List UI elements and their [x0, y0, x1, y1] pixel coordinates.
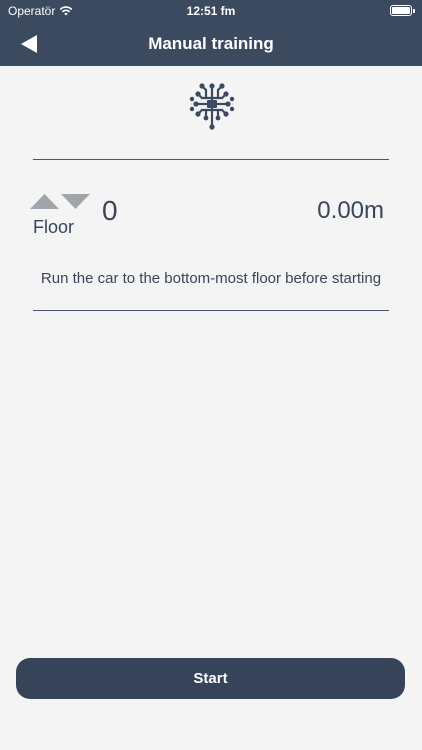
floor-arrows — [30, 193, 90, 211]
navigation-bar: Manual training — [0, 22, 422, 66]
clock: 12:51 fm — [186, 4, 236, 18]
start-button-label: Start — [193, 670, 228, 687]
top-divider — [33, 159, 389, 160]
instruction-text: Run the car to the bottom-most floor bef… — [40, 270, 382, 287]
status-bar: Operatör 12:51 fm — [0, 0, 422, 22]
bottom-divider — [33, 310, 389, 311]
battery-icon — [390, 5, 415, 16]
page-title: Manual training — [148, 34, 274, 53]
brain-circuit-icon — [189, 83, 235, 130]
position-value: 0.00m — [317, 197, 384, 224]
floor-label: Floor — [33, 217, 75, 237]
header: Operatör 12:51 fm Manual training — [0, 0, 422, 66]
arrow-down-icon[interactable] — [61, 193, 90, 209]
floor-value: 0 — [102, 195, 118, 226]
start-button[interactable]: Start — [16, 658, 405, 699]
arrow-up-icon[interactable] — [30, 193, 59, 209]
